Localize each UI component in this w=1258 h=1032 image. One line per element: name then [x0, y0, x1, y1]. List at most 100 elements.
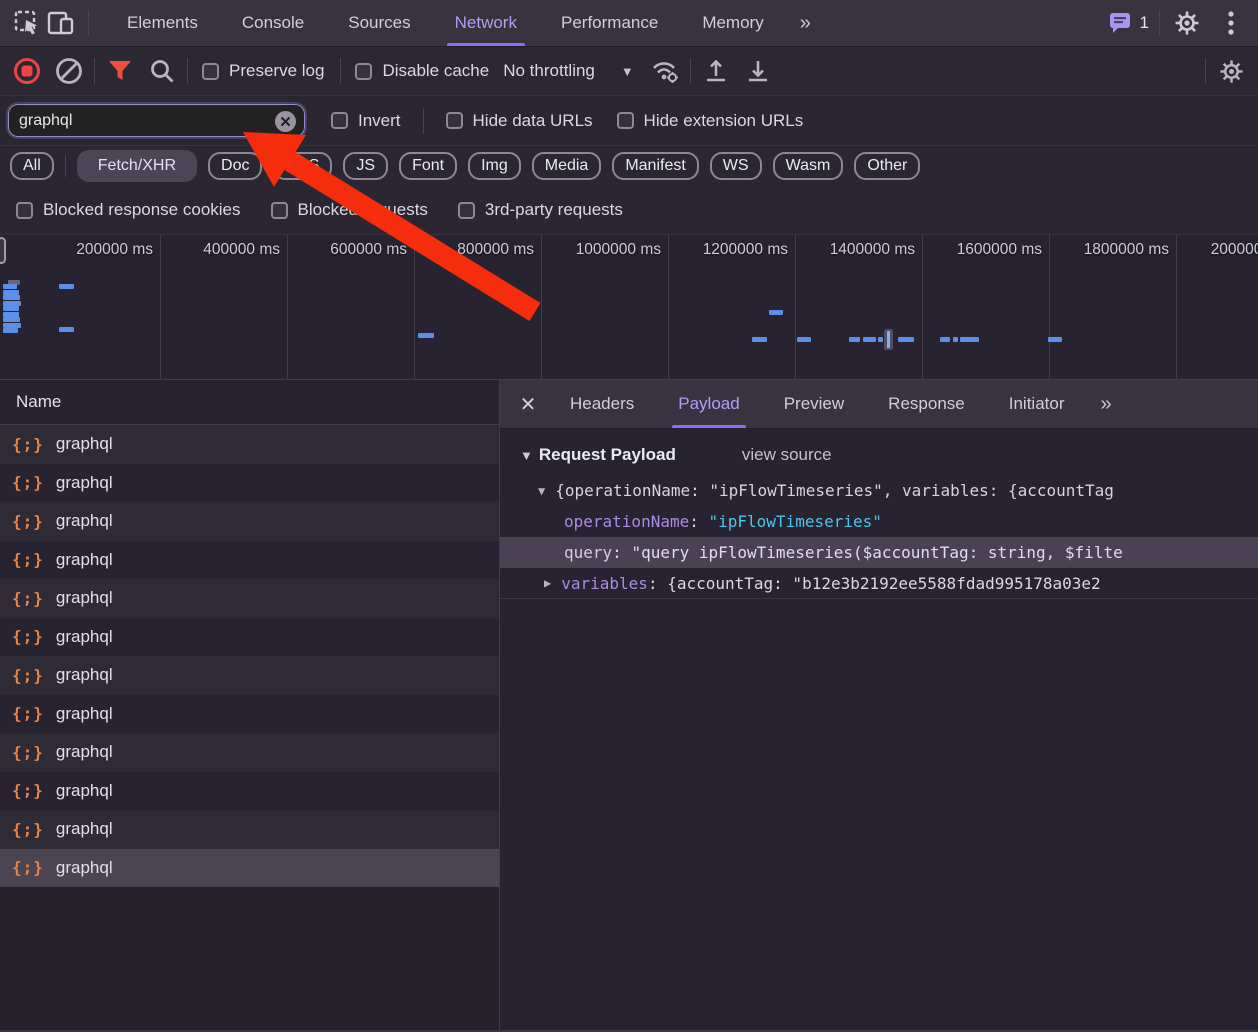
payload-pane: ▼ Request Payload view source ▼ {operati… — [500, 429, 1258, 1030]
more-tabs-icon[interactable]: » — [786, 12, 823, 35]
query-value: "query ipFlowTimeseries($accountTag: str… — [631, 543, 1123, 562]
query-row-highlighted[interactable]: query: "query ipFlowTimeseries($accountT… — [500, 537, 1258, 568]
table-row[interactable]: {;} graphql — [0, 771, 499, 810]
import-har-icon[interactable] — [699, 54, 733, 88]
devtools-window: Elements Console Sources Network Performance… — [0, 0, 1258, 1032]
filter-funnel-icon[interactable] — [103, 54, 137, 88]
type-chip-doc[interactable]: Doc — [208, 152, 263, 180]
filter-input-value: graphql — [19, 111, 73, 129]
waterfall-bar — [797, 337, 811, 342]
network-settings-gear-icon[interactable] — [1214, 54, 1248, 88]
name-column-header[interactable]: Name — [0, 380, 499, 425]
json-braces-icon: {;} — [12, 819, 44, 839]
inspect-element-icon[interactable] — [10, 6, 44, 40]
hide-extension-urls-checkbox[interactable]: Hide extension URLs — [616, 110, 804, 131]
hide-extension-urls-label: Hide extension URLs — [643, 110, 804, 130]
collapse-triangle-icon[interactable]: ▼ — [520, 448, 533, 463]
table-row[interactable]: {;} graphql — [0, 502, 499, 541]
checkbox-icon — [331, 112, 348, 129]
record-network-log-icon[interactable] — [10, 54, 44, 88]
type-chip-js[interactable]: JS — [343, 152, 389, 180]
export-har-icon[interactable] — [741, 54, 775, 88]
timeline-gridline — [668, 235, 669, 379]
operation-name-row[interactable]: operationName: "ipFlowTimeseries" — [500, 506, 1258, 537]
json-braces-icon: {;} — [12, 627, 44, 647]
table-row[interactable]: {;} graphql — [0, 579, 499, 618]
overview-resize-handle[interactable] — [0, 237, 6, 264]
timeline-tick-label: 600000 ms — [330, 241, 407, 258]
invert-checkbox[interactable]: Invert — [331, 111, 401, 131]
more-detail-tabs-icon[interactable]: » — [1086, 393, 1123, 416]
main-tab-elements[interactable]: Elements — [105, 0, 220, 46]
expanded-triangle-icon[interactable]: ▼ — [538, 484, 545, 498]
detail-tab-preview[interactable]: Preview — [762, 380, 866, 428]
main-tab-memory[interactable]: Memory — [680, 0, 785, 46]
request-name: graphql — [55, 780, 113, 800]
blocked-response-cookies-checkbox[interactable]: Blocked response cookies — [16, 200, 241, 220]
close-detail-icon[interactable]: ✕ — [508, 392, 548, 417]
disable-cache-checkbox[interactable]: Disable cache — [355, 61, 489, 81]
timeline-tick-label: 200000 ms — [76, 241, 153, 258]
hide-data-urls-checkbox[interactable]: Hide data URLs — [445, 111, 593, 131]
type-chip-css[interactable]: CSS — [273, 152, 333, 180]
payload-summary-row[interactable]: ▼ {operationName: "ipFlowTimeseries", va… — [500, 475, 1258, 506]
device-toolbar-icon[interactable] — [44, 6, 78, 40]
search-icon[interactable] — [145, 54, 179, 88]
json-braces-icon: {;} — [12, 550, 44, 570]
clear-filter-icon[interactable]: ✕ — [275, 111, 296, 132]
waterfall-bar — [1048, 337, 1062, 342]
table-row[interactable]: {;} graphql — [0, 848, 499, 887]
timeline-tick-label: 2000000 ms — [1210, 241, 1258, 258]
clear-network-log-icon[interactable] — [52, 54, 86, 88]
detail-tab-headers[interactable]: Headers — [548, 380, 656, 428]
table-row[interactable]: {;} graphql — [0, 694, 499, 733]
detail-tab-initiator[interactable]: Initiator — [987, 380, 1087, 428]
main-tab-network[interactable]: Network — [433, 0, 539, 46]
checkbox-icon — [16, 201, 33, 219]
waterfall-bar — [59, 284, 74, 289]
variables-row[interactable]: ▶ variables: {accountTag: "b12e3b2192ee5… — [500, 568, 1258, 599]
waterfall-bar — [59, 327, 74, 332]
json-braces-icon: {;} — [12, 781, 44, 801]
table-row[interactable]: {;} graphql — [0, 733, 499, 772]
waterfall-bar — [940, 337, 950, 342]
waterfall-bar — [898, 337, 914, 342]
request-type-chips: All Fetch/XHR Doc CSS JS Font Img Media Manifest… — [0, 146, 1258, 186]
table-row[interactable]: {;} graphql — [0, 463, 499, 502]
table-row[interactable]: {;} graphql — [0, 617, 499, 656]
query-key: query — [564, 543, 613, 562]
type-chip-manifest[interactable]: Manifest — [612, 152, 699, 180]
preserve-log-checkbox[interactable]: Preserve log — [202, 61, 324, 81]
blocked-requests-checkbox[interactable]: Blocked requests — [270, 200, 428, 220]
type-chip-img[interactable]: Img — [468, 152, 521, 180]
type-chip-ws[interactable]: WS — [709, 152, 762, 180]
waterfall-bar — [953, 337, 958, 342]
kebab-menu-icon[interactable] — [1214, 6, 1248, 40]
main-tab-console[interactable]: Console — [220, 0, 326, 46]
detail-tab-response[interactable]: Response — [866, 380, 987, 428]
type-chip-all[interactable]: All — [10, 152, 54, 180]
network-conditions-icon[interactable] — [648, 54, 682, 88]
settings-gear-icon[interactable] — [1170, 6, 1204, 40]
type-chip-font[interactable]: Font — [399, 152, 458, 180]
table-row[interactable]: {;} graphql — [0, 540, 499, 579]
type-chip-wasm[interactable]: Wasm — [772, 152, 844, 180]
main-tab-performance[interactable]: Performance — [539, 0, 680, 46]
table-row[interactable]: {;} graphql — [0, 810, 499, 849]
throttling-select[interactable]: No throttling ▼ — [497, 61, 640, 81]
network-overview-timeline[interactable]: 200000 ms 400000 ms 600000 ms 800000 ms 1000… — [0, 235, 1258, 380]
view-source-link[interactable]: view source — [742, 445, 832, 465]
table-row[interactable]: {;} graphql — [0, 425, 499, 464]
type-chip-media[interactable]: Media — [531, 152, 602, 180]
table-row[interactable]: {;} graphql — [0, 656, 499, 695]
detail-tab-payload[interactable]: Payload — [656, 380, 761, 428]
3rd-party-requests-checkbox[interactable]: 3rd-party requests — [457, 200, 623, 220]
main-tab-sources[interactable]: Sources — [326, 0, 432, 46]
json-braces-icon: {;} — [12, 588, 44, 608]
checkbox-icon — [270, 201, 288, 219]
type-chip-fetch-xhr[interactable]: Fetch/XHR — [76, 150, 198, 182]
type-chip-other[interactable]: Other — [854, 152, 921, 180]
issues-counter[interactable]: 1 — [1109, 12, 1149, 34]
network-filter-input[interactable]: graphql ✕ — [6, 102, 307, 139]
collapsed-triangle-icon[interactable]: ▶ — [544, 576, 551, 590]
